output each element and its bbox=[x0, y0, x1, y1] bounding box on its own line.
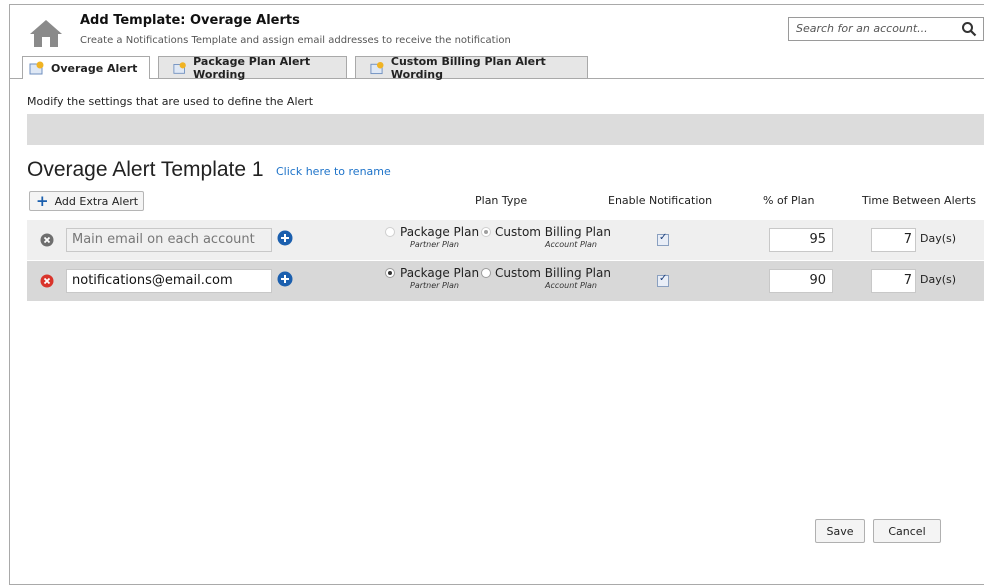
search-icon[interactable] bbox=[961, 21, 977, 37]
add-circle-icon[interactable] bbox=[277, 230, 293, 246]
description-text: Modify the settings that are used to def… bbox=[27, 95, 314, 108]
enable-notification-checkbox[interactable] bbox=[657, 273, 669, 287]
custom-billing-radio[interactable] bbox=[481, 227, 491, 237]
enable-notification-checkbox[interactable] bbox=[657, 232, 669, 246]
cancel-button[interactable]: Cancel bbox=[873, 519, 941, 543]
tab-bar: Overage Alert Package Plan Alert Wording… bbox=[10, 54, 984, 81]
column-header-time: Time Between Alerts bbox=[862, 194, 976, 207]
email-field[interactable]: notifications@email.com bbox=[66, 269, 272, 293]
days-unit-label: Day(s) bbox=[920, 232, 957, 245]
custom-billing-sublabel: Account Plan bbox=[545, 281, 598, 290]
page-title: Add Template: Overage Alerts bbox=[80, 13, 300, 28]
tab-label: Overage Alert bbox=[51, 61, 138, 75]
settings-bar bbox=[27, 114, 984, 145]
tab-label: Custom Billing Plan Alert Wording bbox=[390, 54, 546, 81]
alert-icon bbox=[29, 61, 44, 75]
alert-row: notifications@email.com Package Plan Par… bbox=[27, 261, 984, 301]
search-placeholder: Search for an account... bbox=[796, 22, 928, 35]
add-extra-alert-label: Add Extra Alert bbox=[54, 194, 139, 208]
column-header-enable: Enable Notification bbox=[608, 194, 713, 207]
template-title: Overage Alert Template 1 bbox=[27, 158, 264, 181]
pct-of-plan-input[interactable]: 95 bbox=[769, 228, 833, 252]
column-header-pct: % of Plan bbox=[763, 194, 815, 207]
email-field[interactable]: Main email on each account bbox=[66, 228, 272, 252]
tab-custom-billing-wording[interactable]: Custom Billing Plan Alert Wording bbox=[355, 54, 588, 81]
custom-billing-radio[interactable] bbox=[481, 268, 491, 278]
package-plan-label: Package Plan bbox=[400, 266, 480, 280]
add-circle-icon[interactable] bbox=[277, 271, 293, 287]
plus-icon: + bbox=[36, 192, 49, 210]
days-unit-label: Day(s) bbox=[920, 273, 957, 286]
tab-overage-alert[interactable]: Overage Alert bbox=[22, 56, 150, 79]
custom-billing-label: Custom Billing Plan bbox=[495, 266, 611, 280]
days-between-input[interactable]: 7 bbox=[871, 269, 916, 293]
home-icon[interactable] bbox=[28, 18, 64, 48]
alert-icon bbox=[370, 61, 384, 74]
page-subtitle: Create a Notifications Template and assi… bbox=[80, 35, 511, 46]
pct-of-plan-input[interactable]: 90 bbox=[769, 269, 833, 293]
alert-icon bbox=[173, 61, 186, 74]
package-plan-radio[interactable] bbox=[385, 227, 395, 237]
custom-billing-label: Custom Billing Plan bbox=[495, 225, 611, 239]
save-button[interactable]: Save bbox=[815, 519, 865, 543]
rename-link[interactable]: Click here to rename bbox=[276, 165, 391, 178]
days-between-input[interactable]: 7 bbox=[871, 228, 916, 252]
package-plan-label: Package Plan bbox=[400, 225, 480, 239]
column-header-plan-type: Plan Type bbox=[475, 194, 528, 207]
alert-row: Main email on each account Package Plan … bbox=[27, 220, 984, 260]
custom-billing-sublabel: Account Plan bbox=[545, 240, 598, 249]
search-input[interactable]: Search for an account... bbox=[788, 17, 984, 41]
tab-label: Package Plan Alert Wording bbox=[193, 54, 311, 81]
add-extra-alert-button[interactable]: + Add Extra Alert bbox=[29, 191, 144, 211]
delete-icon[interactable] bbox=[40, 274, 54, 288]
package-plan-sublabel: Partner Plan bbox=[410, 240, 459, 249]
remove-disabled-icon bbox=[40, 233, 54, 247]
package-plan-sublabel: Partner Plan bbox=[410, 281, 459, 290]
package-plan-radio[interactable] bbox=[385, 268, 395, 278]
tab-package-plan-wording[interactable]: Package Plan Alert Wording bbox=[158, 54, 347, 81]
